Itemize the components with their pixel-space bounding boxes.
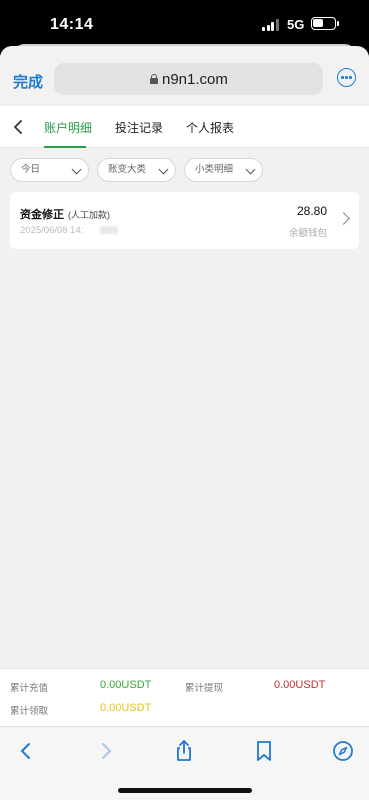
battery-icon (311, 17, 339, 30)
status-bar: 14:14 5G (0, 0, 369, 46)
browser-toolbar (0, 726, 369, 800)
address-bar[interactable]: n9n1.com (54, 63, 323, 95)
back-arrow-icon[interactable] (14, 739, 38, 763)
url-text: n9n1.com (162, 71, 228, 88)
subcategory-filter[interactable]: 小类明细 (184, 158, 263, 182)
chevron-right-icon (337, 212, 350, 225)
home-indicator (118, 788, 252, 793)
active-tab-underline (44, 146, 86, 148)
browser-sheet: 完成 n9n1.com 账户明细 投注记录 个人报表 今日 账变大类 小类明细 … (0, 46, 369, 800)
withdraw-value: 0.00USDT (274, 679, 326, 691)
tab-personal-report[interactable]: 个人报表 (186, 119, 234, 136)
compass-icon[interactable] (331, 739, 355, 763)
done-button[interactable]: 完成 (13, 71, 43, 92)
chevron-down-icon (158, 164, 169, 175)
transaction-record[interactable]: 资金修正 (人工加款) 2025/06/08 14: 28.80 余额钱包 (10, 192, 359, 249)
bookmarks-icon[interactable] (252, 739, 276, 763)
redacted-time (100, 226, 118, 234)
category-filter-value: 账变大类 (108, 164, 147, 175)
record-subtype: (人工加款) (68, 210, 110, 220)
tab-account-details[interactable]: 账户明细 (44, 119, 92, 136)
address-row: 完成 n9n1.com (0, 54, 369, 106)
page-content: 账户明细 投注记录 个人报表 今日 账变大类 小类明细 资金修正 (人工加款) (0, 106, 369, 678)
record-wallet: 余额钱包 (288, 228, 327, 239)
deposit-label: 累计充值 (10, 683, 49, 694)
summary-panel: 累计充值 0.00USDT 累计提现 0.00USDT 累计领取 0.00USD… (0, 668, 369, 726)
share-icon[interactable] (172, 739, 196, 763)
status-time: 14:14 (50, 16, 94, 33)
claim-value: 0.00USDT (100, 702, 152, 714)
record-time: 2025/06/08 14: (20, 225, 84, 236)
category-filter[interactable]: 账变大类 (97, 158, 176, 182)
date-filter-value: 今日 (21, 164, 41, 175)
subcategory-filter-value: 小类明细 (195, 164, 234, 175)
date-filter[interactable]: 今日 (10, 158, 89, 182)
record-type: 资金修正 (20, 209, 64, 221)
tab-bar: 账户明细 投注记录 个人报表 (0, 106, 369, 148)
lock-icon (150, 74, 158, 84)
back-chevron-icon[interactable] (10, 117, 28, 137)
deposit-value: 0.00USDT (100, 679, 152, 691)
withdraw-label: 累计提现 (185, 683, 224, 694)
signal-icon (262, 19, 280, 31)
tab-bet-records[interactable]: 投注记录 (115, 119, 163, 136)
chevron-down-icon (245, 164, 256, 175)
record-title: 资金修正 (人工加款) (20, 206, 110, 222)
network-label: 5G (287, 17, 305, 32)
filter-row: 今日 账变大类 小类明细 (0, 158, 369, 184)
chevron-down-icon (71, 164, 82, 175)
forward-arrow-icon[interactable] (94, 739, 118, 763)
record-amount: 28.80 (296, 204, 327, 218)
more-options-icon[interactable] (337, 68, 356, 87)
claim-label: 累计领取 (10, 706, 49, 717)
